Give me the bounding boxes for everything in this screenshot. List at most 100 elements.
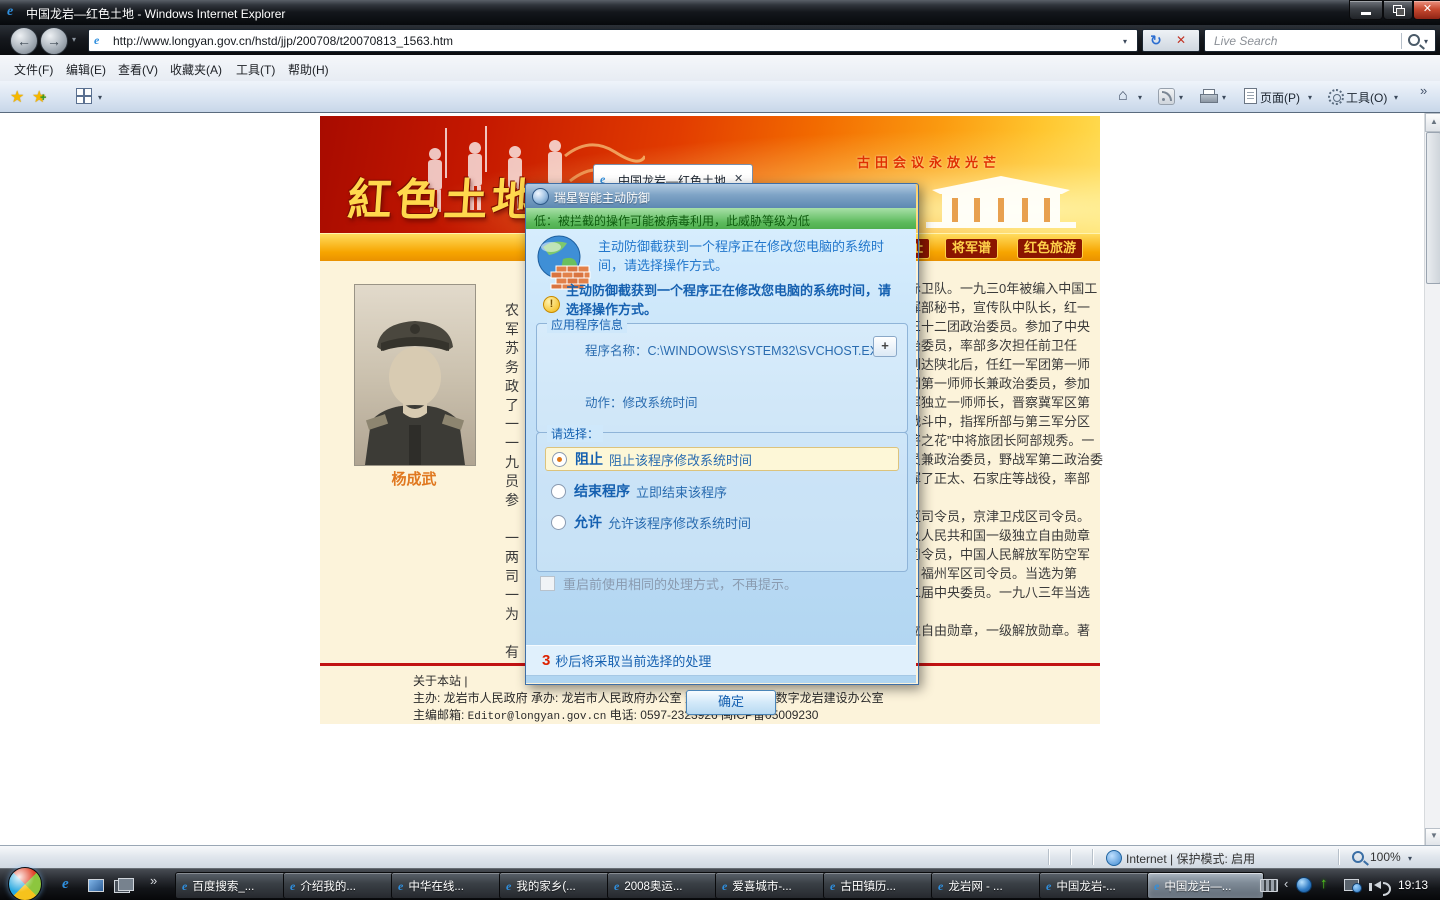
close-button[interactable]: ✕ — [1413, 0, 1440, 20]
navigation-bar: ← → ▾ e ▾ ↻ ✕ ▾ — [0, 25, 1440, 55]
taskbar-button-1[interactable]: e 百度搜索_... — [175, 872, 292, 899]
minimize-icon — [1361, 12, 1371, 15]
ok-button[interactable]: 确定 — [686, 690, 776, 715]
banner-slogan: 古田会议永放光芒 — [857, 155, 1002, 170]
add-favorite-icon[interactable]: ★ — [32, 87, 47, 107]
forward-icon: → — [47, 33, 61, 49]
photo-caption: 杨成武 — [391, 471, 437, 488]
tools-dropdown-icon[interactable]: ▾ — [1394, 93, 1398, 102]
scroll-up-icon: ▲ — [1430, 117, 1438, 126]
search-dropdown-icon[interactable]: ▾ — [1424, 37, 1428, 46]
menu-edit[interactable]: 编辑(E) — [66, 61, 106, 78]
menu-help[interactable]: 帮助(H) — [288, 61, 329, 78]
banner-building-art — [926, 176, 1076, 228]
nav-item-tourism[interactable]: 红色旅游 — [1017, 238, 1084, 259]
radio-block-selected[interactable] — [552, 451, 567, 467]
taskbar-button-8[interactable]: e 龙岩网 - ... — [931, 872, 1048, 899]
program-name-value: C:\WINDOWS\SYSTEM32\SVCHOST.EXE — [647, 344, 887, 358]
scroll-down-icon: ▼ — [1430, 831, 1438, 840]
option-terminate[interactable]: 结束程序 立即结束该程序 — [545, 480, 897, 502]
print-dropdown-icon[interactable]: ▾ — [1222, 93, 1226, 102]
address-bar[interactable]: e ▾ — [88, 29, 1138, 52]
menu-tools[interactable]: 工具(T) — [236, 61, 275, 78]
quicklaunch-chevron[interactable]: » — [150, 873, 157, 888]
program-name-row: 程序名称：C:\WINDOWS\SYSTEM32\SVCHOST.EXE — [585, 344, 887, 358]
expand-details-button[interactable]: + — [873, 336, 897, 357]
taskbar-button-9[interactable]: e 中国龙岩-... — [1039, 872, 1156, 899]
window-switcher-icon[interactable] — [114, 878, 134, 893]
show-desktop-icon[interactable] — [88, 879, 104, 892]
dialog-title: 瑞星智能主动防御 — [554, 191, 651, 205]
dialog-titlebar[interactable]: 瑞星智能主动防御 — [526, 184, 916, 208]
option-allow[interactable]: 允许 允许该程序修改系统时间 — [545, 511, 897, 533]
zoom-level-button[interactable]: 100% — [1370, 850, 1401, 864]
address-input[interactable] — [111, 33, 1115, 49]
restore-button[interactable] — [1383, 0, 1413, 20]
menu-view[interactable]: 查看(V) — [118, 61, 158, 78]
minimize-button[interactable] — [1349, 0, 1383, 20]
taskbar-button-4[interactable]: e 我的家乡(... — [499, 872, 616, 899]
menu-favorites[interactable]: 收藏夹(A) — [170, 61, 222, 78]
favorites-center-icon[interactable]: ★ — [10, 87, 24, 107]
nav-item-generals[interactable]: 将军谱 — [945, 238, 999, 259]
rising-shield-icon — [532, 188, 549, 205]
radio-terminate[interactable] — [551, 483, 566, 499]
window-titlebar: e 中国龙岩―红色土地 - Windows Internet Explorer … — [0, 0, 1440, 25]
portrait-photo — [354, 284, 476, 466]
page-menu-button[interactable]: 页面(P) — [1260, 89, 1300, 106]
dialog-message: 主动防御截获到一个程序正在修改您电脑的系统时间，请选择操作方式。 — [598, 239, 885, 273]
tab-list-dropdown[interactable]: ▾ — [98, 93, 102, 102]
taskbar-button-5[interactable]: e 2008奥运... — [607, 872, 724, 899]
page-dropdown-icon[interactable]: ▾ — [1308, 93, 1312, 102]
radio-allow[interactable] — [551, 514, 566, 530]
ie-logo-icon: e — [7, 4, 14, 19]
print-icon[interactable] — [1200, 89, 1218, 103]
choose-group: 请选择： 阻止 阻止该程序修改系统时间 结束程序 立即结束该程序 允许 允许该程… — [536, 425, 908, 572]
zone-text: Internet | 保护模式: 启用 — [1126, 852, 1256, 866]
tray-keyboard-icon[interactable] — [1260, 879, 1278, 892]
search-icon[interactable] — [1408, 34, 1420, 46]
taskbar-button-2[interactable]: e 介绍我的... — [283, 872, 400, 899]
tools-menu-button[interactable]: 工具(O) — [1346, 89, 1387, 106]
page-scrollbar: ▲ ▼ — [1424, 113, 1440, 847]
feeds-dropdown-icon[interactable]: ▾ — [1179, 93, 1183, 102]
footer-about-link[interactable]: 关于本站 | — [413, 672, 467, 689]
recent-pages-dropdown[interactable]: ▾ — [72, 35, 76, 44]
scrollbar-thumb[interactable] — [1426, 132, 1440, 284]
remember-checkbox[interactable] — [540, 576, 555, 591]
scroll-up-button[interactable]: ▲ — [1425, 113, 1440, 132]
feeds-icon[interactable] — [1158, 88, 1175, 105]
tray-volume-icon[interactable] — [1369, 881, 1391, 896]
tray-chevron-icon[interactable]: ‹ — [1284, 876, 1288, 891]
search-input[interactable] — [1212, 33, 1366, 49]
home-dropdown-icon[interactable]: ▾ — [1138, 93, 1142, 102]
zoom-dropdown-icon[interactable]: ▾ — [1408, 854, 1412, 863]
app-info-group: 应用程序信息 程序名称：C:\WINDOWS\SYSTEM32\SVCHOST.… — [536, 316, 908, 433]
quicklaunch-ie-icon[interactable]: e — [62, 877, 69, 892]
taskbar: e » e 百度搜索_... e 介绍我的... e 中华在线... e 我的家乡(..… — [0, 867, 1440, 900]
toolbar-overflow-chevron[interactable]: » — [1420, 83, 1427, 98]
taskbar-button-10-active[interactable]: e 中国龙岩―... — [1147, 872, 1264, 899]
forward-button[interactable]: → — [40, 27, 68, 55]
tray-network-icon[interactable] — [1344, 879, 1362, 893]
menu-file[interactable]: 文件(F) — [14, 61, 53, 78]
back-button[interactable]: ← — [10, 27, 38, 55]
home-icon[interactable]: ⌂ — [1118, 87, 1128, 105]
action-row: 动作：修改系统时间 — [585, 396, 698, 410]
menu-bar: 文件(F) 编辑(E) 查看(V) 收藏夹(A) 工具(T) 帮助(H) — [0, 55, 1440, 82]
option-allow-name: 允许 — [574, 514, 602, 530]
tray-globe-icon[interactable] — [1296, 877, 1312, 893]
address-dropdown-icon[interactable]: ▾ — [1123, 37, 1127, 46]
quick-tabs-icon[interactable] — [76, 88, 92, 104]
tray-up-arrow-icon[interactable]: ↑ — [1320, 875, 1328, 892]
stop-icon[interactable]: ✕ — [1176, 33, 1186, 47]
tray-clock[interactable]: 19:13 — [1398, 878, 1428, 892]
taskbar-button-7[interactable]: e 古田镇历... — [823, 872, 940, 899]
option-block-name: 阻止 — [575, 451, 603, 467]
taskbar-button-3[interactable]: e 中华在线... — [391, 872, 508, 899]
status-separator-4 — [1338, 849, 1339, 865]
option-block[interactable]: 阻止 阻止该程序修改系统时间 — [545, 447, 899, 471]
taskbar-button-6[interactable]: e 爱喜城市-... — [715, 872, 832, 899]
start-button[interactable] — [8, 867, 42, 900]
refresh-icon[interactable]: ↻ — [1150, 32, 1162, 49]
